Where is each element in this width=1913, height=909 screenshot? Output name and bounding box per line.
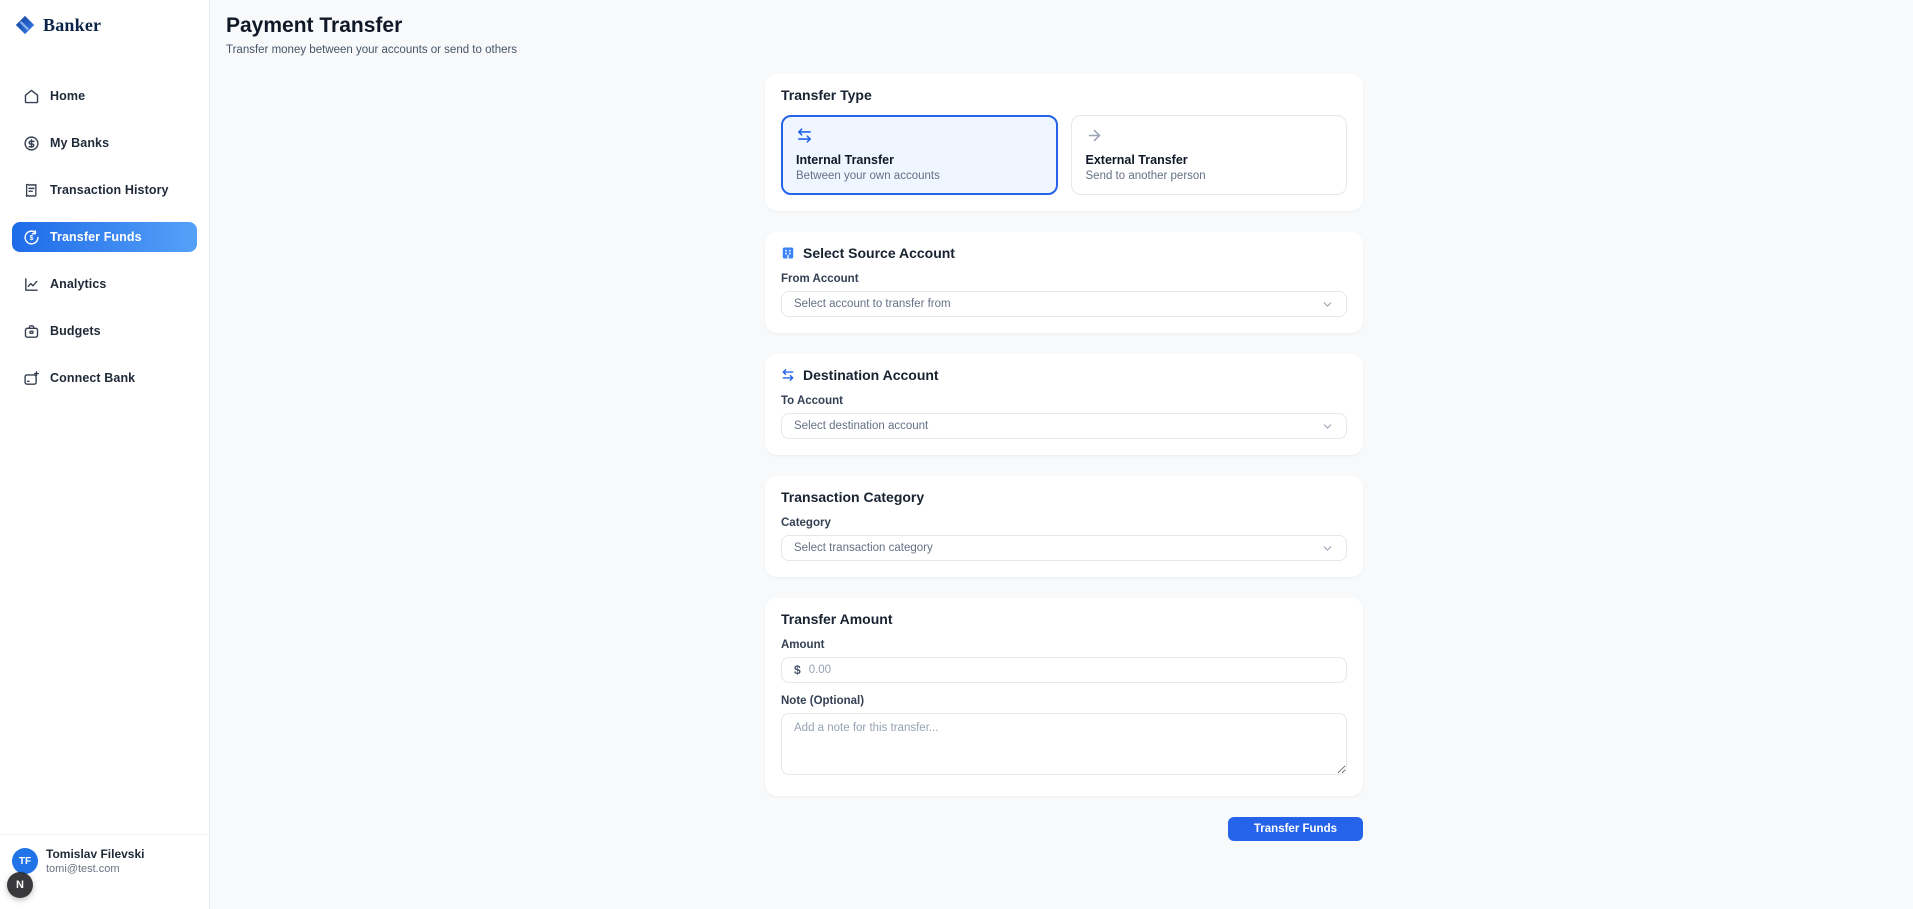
main-content: Payment Transfer Transfer money between …: [210, 0, 1913, 909]
swap-arrows-icon: [796, 127, 813, 144]
category-placeholder: Select transaction category: [794, 542, 933, 554]
from-account-label: From Account: [781, 273, 1347, 285]
page-title: Payment Transfer: [226, 13, 1913, 39]
to-account-label: To Account: [781, 395, 1347, 407]
receipt-icon: [23, 182, 40, 199]
chevron-down-icon: [1321, 420, 1334, 433]
from-account-select[interactable]: Select account to transfer from: [781, 291, 1347, 317]
home-icon: [23, 88, 40, 105]
avatar: TF: [12, 848, 38, 874]
chart-line-icon: [23, 276, 40, 293]
chevron-down-icon: [1321, 298, 1334, 311]
category-heading: Transaction Category: [781, 489, 1347, 505]
sidebar-item-my-banks[interactable]: My Banks: [12, 128, 197, 158]
to-account-select[interactable]: Select destination account: [781, 413, 1347, 439]
transfer-icon: $: [23, 229, 40, 246]
chevron-down-icon: [1321, 542, 1334, 555]
floating-n-badge[interactable]: N: [7, 872, 33, 898]
amount-label: Amount: [781, 639, 1347, 651]
sidebar-item-home[interactable]: Home: [12, 81, 197, 111]
source-heading: Select Source Account: [803, 245, 955, 261]
option-subtitle: Between your own accounts: [796, 170, 1043, 182]
sidebar-item-label: Transaction History: [50, 183, 169, 197]
category-select[interactable]: Select transaction category: [781, 535, 1347, 561]
sidebar: Banker Home My Banks Transaction History…: [0, 0, 210, 909]
sidebar-nav: Home My Banks Transaction History $ Tran…: [12, 81, 197, 393]
sidebar-item-analytics[interactable]: Analytics: [12, 269, 197, 299]
option-title: External Transfer: [1086, 153, 1333, 167]
from-account-placeholder: Select account to transfer from: [794, 298, 951, 310]
category-label: Category: [781, 517, 1347, 529]
note-label: Note (Optional): [781, 695, 1347, 707]
sidebar-item-transaction-history[interactable]: Transaction History: [12, 175, 197, 205]
arrow-right-icon: [1086, 127, 1103, 144]
note-textarea[interactable]: [781, 713, 1347, 775]
user-email: tomi@test.com: [46, 863, 145, 875]
currency-symbol: $: [794, 663, 801, 677]
transfer-type-heading: Transfer Type: [781, 87, 1347, 103]
sidebar-item-connect-bank[interactable]: Connect Bank: [12, 363, 197, 393]
brand-name: Banker: [43, 15, 101, 36]
source-account-section: Select Source Account From Account Selec…: [765, 232, 1363, 333]
briefcase-icon: [23, 323, 40, 340]
sidebar-item-label: My Banks: [50, 136, 109, 150]
internal-transfer-option[interactable]: Internal Transfer Between your own accou…: [781, 115, 1058, 195]
page-subtitle: Transfer money between your accounts or …: [226, 44, 1913, 56]
brand-logo[interactable]: Banker: [12, 13, 197, 37]
svg-text:$: $: [30, 234, 34, 242]
user-profile[interactable]: TF Tomislav Filevski tomi@test.com: [0, 834, 209, 909]
destination-account-section: Destination Account To Account Select de…: [765, 354, 1363, 455]
amount-heading: Transfer Amount: [781, 611, 1347, 627]
sidebar-item-label: Home: [50, 89, 85, 103]
card-plus-icon: [23, 370, 40, 387]
amount-input[interactable]: [809, 664, 1334, 676]
transfer-type-section: Transfer Type Internal Transfer Between …: [765, 74, 1363, 211]
bank-building-icon: [781, 246, 795, 260]
transfer-amount-section: Transfer Amount Amount $ Note (Optional): [765, 598, 1363, 796]
sidebar-item-transfer-funds[interactable]: $ Transfer Funds: [12, 222, 197, 252]
sidebar-item-label: Connect Bank: [50, 371, 135, 385]
swap-arrows-icon: [781, 368, 795, 382]
sidebar-item-budgets[interactable]: Budgets: [12, 316, 197, 346]
page-header: Payment Transfer Transfer money between …: [210, 0, 1913, 56]
option-title: Internal Transfer: [796, 153, 1043, 167]
transaction-category-section: Transaction Category Category Select tra…: [765, 476, 1363, 577]
user-name: Tomislav Filevski: [46, 847, 145, 861]
dollar-circle-icon: [23, 135, 40, 152]
destination-heading: Destination Account: [803, 367, 939, 383]
gem-icon: [14, 14, 36, 36]
option-subtitle: Send to another person: [1086, 170, 1333, 182]
sidebar-item-label: Analytics: [50, 277, 106, 291]
amount-field-wrap: $: [781, 657, 1347, 683]
transfer-funds-button[interactable]: Transfer Funds: [1228, 817, 1363, 841]
sidebar-item-label: Transfer Funds: [50, 230, 142, 244]
external-transfer-option[interactable]: External Transfer Send to another person: [1071, 115, 1348, 195]
transfer-form: Transfer Type Internal Transfer Between …: [765, 74, 1363, 841]
sidebar-item-label: Budgets: [50, 324, 101, 338]
to-account-placeholder: Select destination account: [794, 420, 928, 432]
